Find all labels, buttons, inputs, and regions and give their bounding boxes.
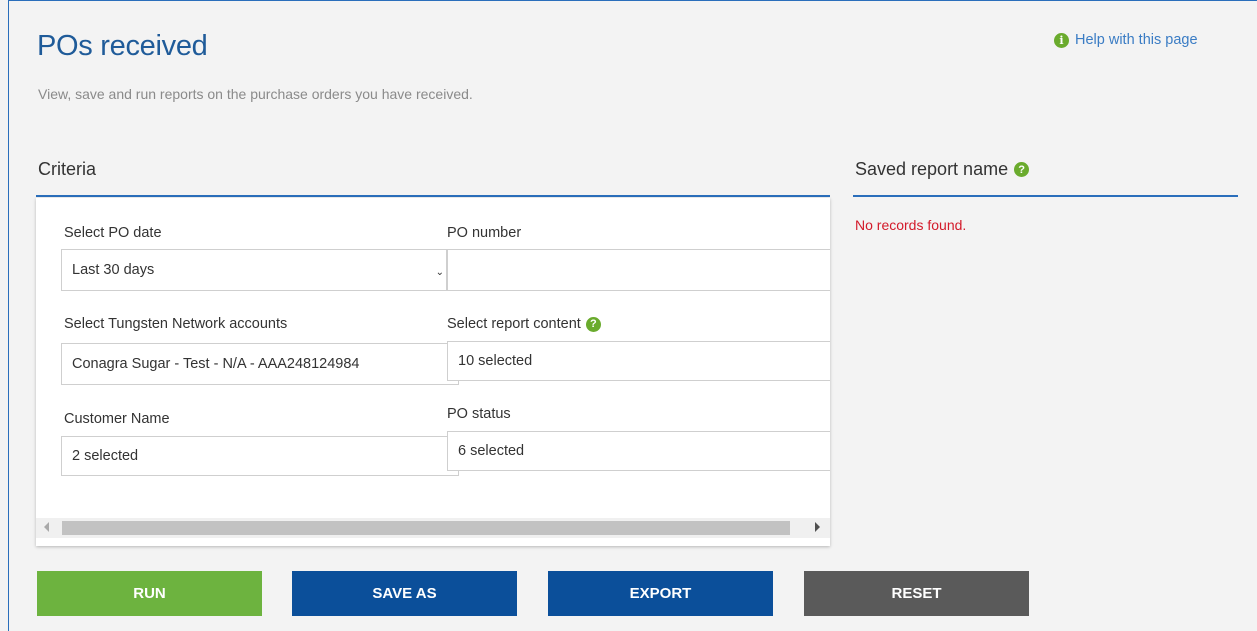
report-content-value: 10 selected bbox=[458, 353, 533, 369]
saved-report-divider bbox=[853, 195, 1238, 197]
customer-name-multiselect[interactable]: 2 selected bbox=[61, 436, 460, 476]
page-title: POs received bbox=[37, 30, 208, 62]
run-button[interactable]: RUN bbox=[37, 571, 262, 616]
report-content-multiselect[interactable]: 10 selected bbox=[447, 341, 830, 381]
customer-name-value: 2 selected bbox=[72, 448, 139, 464]
help-link-label: Help with this page bbox=[1075, 32, 1198, 48]
chevron-down-icon: ⌄ bbox=[435, 267, 444, 278]
report-content-label-text: Select report content bbox=[447, 316, 581, 332]
horizontal-scrollbar[interactable] bbox=[36, 518, 830, 538]
export-button[interactable]: EXPORT bbox=[548, 571, 773, 616]
po-status-value: 6 selected bbox=[458, 443, 525, 459]
info-icon: i bbox=[1054, 32, 1069, 48]
po-date-value: Last 30 days bbox=[72, 262, 155, 278]
save-as-button[interactable]: SAVE AS bbox=[292, 571, 517, 616]
saved-report-heading: Saved report name ? bbox=[855, 159, 1030, 180]
po-status-multiselect[interactable]: 6 selected bbox=[447, 431, 830, 471]
criteria-divider bbox=[36, 195, 830, 197]
report-content-label: Select report content ? bbox=[447, 316, 601, 332]
page-subtitle: View, save and run reports on the purcha… bbox=[38, 86, 473, 102]
po-date-label: Select PO date bbox=[64, 225, 162, 241]
saved-report-heading-label: Saved report name bbox=[855, 159, 1009, 179]
question-icon[interactable]: ? bbox=[585, 316, 601, 332]
help-link[interactable]: i Help with this page bbox=[1054, 32, 1198, 48]
accounts-select[interactable]: Conagra Sugar - Test - N/A - AAA24812498… bbox=[61, 343, 459, 385]
question-icon[interactable]: ? bbox=[1014, 162, 1030, 177]
customer-name-label: Customer Name bbox=[64, 411, 170, 427]
scroll-right-arrow-icon[interactable] bbox=[815, 522, 820, 532]
accounts-label: Select Tungsten Network accounts bbox=[64, 316, 288, 332]
accounts-value: Conagra Sugar - Test - N/A - AAA24812498… bbox=[72, 356, 360, 372]
scroll-left-arrow-icon[interactable] bbox=[44, 522, 49, 532]
no-records-message: No records found. bbox=[855, 217, 967, 233]
scrollbar-thumb[interactable] bbox=[62, 521, 790, 535]
po-status-label: PO status bbox=[447, 406, 511, 422]
po-number-label: PO number bbox=[447, 225, 522, 241]
reset-button[interactable]: RESET bbox=[804, 571, 1029, 616]
po-number-input[interactable] bbox=[447, 249, 830, 291]
po-date-select[interactable]: Last 30 days ⌄ bbox=[61, 249, 447, 291]
criteria-panel: Select PO date Last 30 days ⌄ PO number … bbox=[36, 198, 830, 546]
criteria-heading: Criteria bbox=[38, 159, 97, 179]
